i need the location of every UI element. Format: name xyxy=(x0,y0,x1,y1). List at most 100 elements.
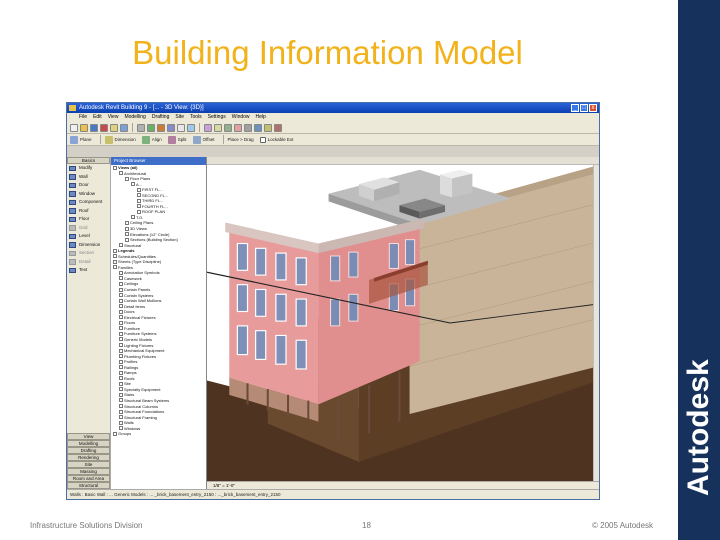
place-drag-option[interactable]: Place > Drag xyxy=(228,137,254,142)
3d-view[interactable]: 1/8" = 1'-0" xyxy=(206,157,599,489)
dimension-icon[interactable] xyxy=(104,135,113,144)
tree-expander-icon[interactable] xyxy=(131,215,135,220)
toolbar-button-icon[interactable] xyxy=(234,123,242,132)
menu-tools[interactable]: Tools xyxy=(190,113,202,122)
tree-expander-icon[interactable] xyxy=(119,415,123,420)
menu-help[interactable]: Help xyxy=(256,113,266,122)
tree-expander-icon[interactable] xyxy=(119,320,123,325)
design-bar-item-dimension[interactable]: Dimension xyxy=(67,241,110,250)
design-bar-item-grid[interactable]: Grid xyxy=(67,224,110,233)
toolbar-button-icon[interactable] xyxy=(167,123,175,132)
lockable-checkbox[interactable] xyxy=(259,136,266,143)
design-tab-view[interactable]: View xyxy=(67,433,110,440)
tree-expander-icon[interactable] xyxy=(119,309,123,314)
split-icon[interactable] xyxy=(167,135,176,144)
tree-expander-icon[interactable] xyxy=(137,193,141,198)
menu-settings[interactable]: Settings xyxy=(208,113,226,122)
plane-icon[interactable] xyxy=(70,135,78,144)
tree-expander-icon[interactable] xyxy=(119,370,123,375)
tree-expander-icon[interactable] xyxy=(125,232,129,237)
design-bar-item-detail[interactable]: Detail xyxy=(67,258,110,267)
tree-expander-icon[interactable] xyxy=(119,409,123,414)
view-scale[interactable]: 1/8" = 1'-0" xyxy=(213,483,235,488)
tree-expander-icon[interactable] xyxy=(113,431,117,436)
design-tab-structural[interactable]: Structural xyxy=(67,482,110,489)
tree-expander-icon[interactable] xyxy=(137,198,141,203)
plane-label[interactable]: Plane xyxy=(80,137,92,142)
tree-expander-icon[interactable] xyxy=(119,398,123,403)
tree-expander-icon[interactable] xyxy=(119,293,123,298)
toolbar-button-icon[interactable] xyxy=(214,123,222,132)
toolbar-button-icon[interactable] xyxy=(157,123,165,132)
toolbar-button-icon[interactable] xyxy=(147,123,155,132)
toolbar-button-icon[interactable] xyxy=(177,123,185,132)
tree-expander-icon[interactable] xyxy=(119,354,123,359)
align-icon[interactable] xyxy=(141,135,150,144)
split-label[interactable]: Split xyxy=(178,137,187,142)
toolbar-button-icon[interactable] xyxy=(224,123,232,132)
close-button[interactable]: x xyxy=(589,104,597,112)
tree-expander-icon[interactable] xyxy=(119,359,123,364)
align-label[interactable]: Align xyxy=(152,137,162,142)
toolbar-button-icon[interactable] xyxy=(274,123,282,132)
tree-expander-icon[interactable] xyxy=(119,331,123,336)
toolbar-button-icon[interactable] xyxy=(137,123,145,132)
toolbar-button-icon[interactable] xyxy=(244,123,252,132)
offset-icon[interactable] xyxy=(192,135,201,144)
toolbar-button-icon[interactable] xyxy=(204,123,212,132)
building-model-viewport[interactable] xyxy=(206,165,599,481)
tree-expander-icon[interactable] xyxy=(119,343,123,347)
menu-modelling[interactable]: Modelling xyxy=(124,113,145,122)
tree-expander-icon[interactable] xyxy=(119,392,123,397)
tree-expander-icon[interactable] xyxy=(113,165,117,170)
tree-expander-icon[interactable] xyxy=(125,176,129,181)
window-titlebar[interactable]: Autodesk Revit Building 9 - [... - 3D Vi… xyxy=(67,103,599,113)
tree-expander-icon[interactable] xyxy=(113,259,117,264)
toolbar-button-icon[interactable] xyxy=(100,123,108,132)
tree-expander-icon[interactable] xyxy=(137,209,141,214)
tree-expander-icon[interactable] xyxy=(125,220,129,225)
toolbar-button-icon[interactable] xyxy=(70,123,78,132)
maximize-button[interactable]: □ xyxy=(580,104,588,112)
design-tab-room-and-area[interactable]: Room and Area xyxy=(67,475,110,482)
design-tab-rendering[interactable]: Rendering xyxy=(67,454,110,461)
design-bar-item-level[interactable]: Level xyxy=(67,232,110,241)
tree-expander-icon[interactable] xyxy=(131,182,135,187)
tree-expander-icon[interactable] xyxy=(119,420,123,425)
design-tab-basics[interactable]: Basics xyxy=(67,157,110,164)
vertical-scrollbar[interactable] xyxy=(593,165,599,481)
tree-expander-icon[interactable] xyxy=(113,248,117,253)
tree-expander-icon[interactable] xyxy=(119,276,123,281)
dimension-label[interactable]: Dimension xyxy=(115,137,136,142)
design-bar-item-floor[interactable]: Floor xyxy=(67,215,110,224)
design-bar-item-window[interactable]: Window xyxy=(67,190,110,199)
tree-expander-icon[interactable] xyxy=(113,265,117,270)
tree-expander-icon[interactable] xyxy=(119,304,123,309)
menu-window[interactable]: Window xyxy=(232,113,250,122)
toolbar-button-icon[interactable] xyxy=(254,123,262,132)
tree-expander-icon[interactable] xyxy=(119,287,123,292)
toolbar-button-icon[interactable] xyxy=(110,123,118,132)
minimize-button[interactable]: _ xyxy=(571,104,579,112)
toolbar-button-icon[interactable] xyxy=(187,123,195,132)
design-bar-item-roof[interactable]: Roof xyxy=(67,207,110,216)
tree-expander-icon[interactable] xyxy=(119,376,123,381)
tree-expander-icon[interactable] xyxy=(119,387,123,392)
tree-expander-icon[interactable] xyxy=(113,254,117,259)
tree-expander-icon[interactable] xyxy=(137,204,141,209)
menu-site[interactable]: Site xyxy=(175,113,184,122)
menu-view[interactable]: View xyxy=(108,113,119,122)
toolbar-button-icon[interactable] xyxy=(120,123,128,132)
tree-expander-icon[interactable] xyxy=(119,326,123,331)
menu-file[interactable]: File xyxy=(79,113,87,122)
tree-expander-icon[interactable] xyxy=(119,337,123,342)
toolbar-button-icon[interactable] xyxy=(90,123,98,132)
design-bar-item-text[interactable]: Text xyxy=(67,266,110,275)
design-bar-item-door[interactable]: Door xyxy=(67,181,110,190)
tree-expander-icon[interactable] xyxy=(137,187,141,192)
tree-expander-icon[interactable] xyxy=(119,426,123,431)
tree-expander-icon[interactable] xyxy=(119,365,123,370)
tree-expander-icon[interactable] xyxy=(119,315,123,320)
tree-item[interactable]: Groups xyxy=(111,431,206,437)
design-bar-item-component[interactable]: Component xyxy=(67,198,110,207)
